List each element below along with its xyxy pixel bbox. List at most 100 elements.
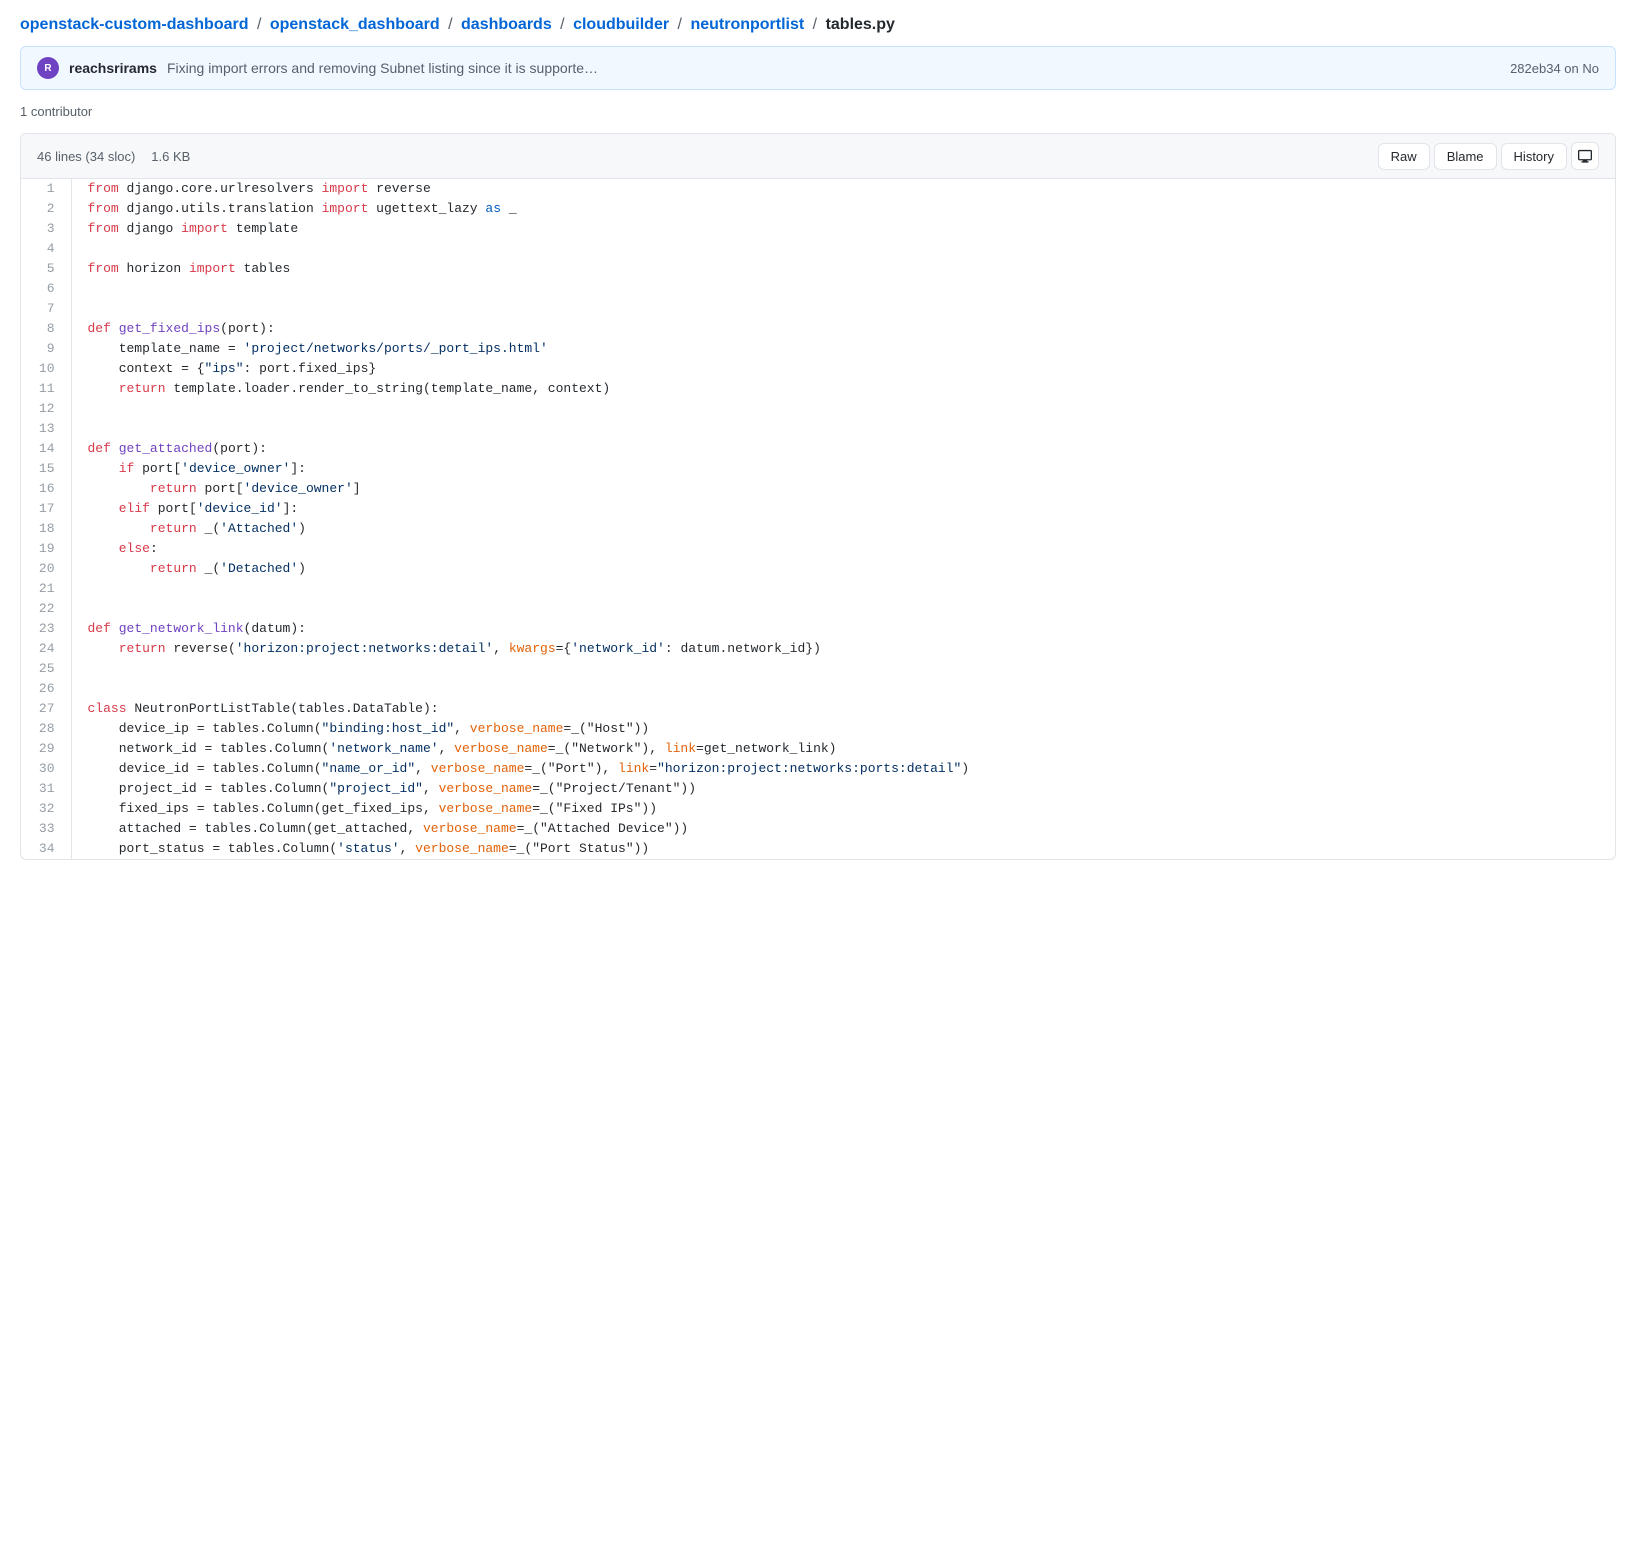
line-number: 8 [21, 319, 71, 339]
line-code [71, 239, 1615, 259]
file-lines: 46 lines (34 sloc) [37, 149, 135, 164]
line-code: return _('Detached') [71, 559, 1615, 579]
table-row: 7 [21, 299, 1615, 319]
blame-button[interactable]: Blame [1434, 143, 1497, 170]
table-row: 6 [21, 279, 1615, 299]
line-code: from horizon import tables [71, 259, 1615, 279]
commit-message: Fixing import errors and removing Subnet… [167, 60, 598, 76]
table-row: 19 else: [21, 539, 1615, 559]
line-number: 14 [21, 439, 71, 459]
line-number: 23 [21, 619, 71, 639]
line-number: 26 [21, 679, 71, 699]
line-code: return port['device_owner'] [71, 479, 1615, 499]
table-row: 21 [21, 579, 1615, 599]
table-row: 25 [21, 659, 1615, 679]
table-row: 26 [21, 679, 1615, 699]
table-row: 10 context = {"ips": port.fixed_ips} [21, 359, 1615, 379]
line-number: 33 [21, 819, 71, 839]
line-code: if port['device_owner']: [71, 459, 1615, 479]
line-code: elif port['device_id']: [71, 499, 1615, 519]
contributor-bar: 1 contributor [0, 98, 1636, 133]
line-number: 1 [21, 179, 71, 199]
line-number: 29 [21, 739, 71, 759]
line-number: 25 [21, 659, 71, 679]
line-number: 20 [21, 559, 71, 579]
line-code: from django.core.urlresolvers import rev… [71, 179, 1615, 199]
line-number: 12 [21, 399, 71, 419]
line-code: context = {"ips": port.fixed_ips} [71, 359, 1615, 379]
line-number: 7 [21, 299, 71, 319]
display-icon[interactable] [1571, 142, 1599, 170]
line-code: else: [71, 539, 1615, 559]
line-number: 32 [21, 799, 71, 819]
line-number: 31 [21, 779, 71, 799]
line-number: 24 [21, 639, 71, 659]
breadcrumb-filename: tables.py [826, 16, 895, 33]
line-number: 17 [21, 499, 71, 519]
breadcrumb-cloudbuilder[interactable]: cloudbuilder [573, 16, 669, 33]
line-code: attached = tables.Column(get_attached, v… [71, 819, 1615, 839]
breadcrumb-dashboards[interactable]: dashboards [461, 16, 552, 33]
table-row: 24 return reverse('horizon:project:netwo… [21, 639, 1615, 659]
table-row: 34 port_status = tables.Column('status',… [21, 839, 1615, 859]
line-number: 2 [21, 199, 71, 219]
line-code: return reverse('horizon:project:networks… [71, 639, 1615, 659]
line-number: 21 [21, 579, 71, 599]
commit-hash: 282eb34 on No [1510, 61, 1599, 76]
commit-author[interactable]: reachsrirams [69, 60, 157, 76]
line-code [71, 399, 1615, 419]
breadcrumb-sep-2: / [448, 16, 452, 33]
line-number: 19 [21, 539, 71, 559]
line-number: 18 [21, 519, 71, 539]
code-table: 1from django.core.urlresolvers import re… [21, 179, 1615, 859]
table-row: 13 [21, 419, 1615, 439]
line-code: def get_fixed_ips(port): [71, 319, 1615, 339]
raw-button[interactable]: Raw [1378, 143, 1430, 170]
breadcrumb-openstack-dashboard[interactable]: openstack_dashboard [270, 16, 440, 33]
line-number: 16 [21, 479, 71, 499]
line-code [71, 279, 1615, 299]
table-row: 27class NeutronPortListTable(tables.Data… [21, 699, 1615, 719]
table-row: 33 attached = tables.Column(get_attached… [21, 819, 1615, 839]
table-row: 16 return port['device_owner'] [21, 479, 1615, 499]
history-button[interactable]: History [1501, 143, 1567, 170]
line-code: return _('Attached') [71, 519, 1615, 539]
file-actions: Raw Blame History [1378, 142, 1599, 170]
breadcrumb-openstack-custom-dashboard[interactable]: openstack-custom-dashboard [20, 16, 248, 33]
table-row: 12 [21, 399, 1615, 419]
line-number: 3 [21, 219, 71, 239]
avatar: R [37, 57, 59, 79]
table-row: 4 [21, 239, 1615, 259]
file-viewer: 46 lines (34 sloc) 1.6 KB Raw Blame Hist… [20, 133, 1616, 860]
table-row: 31 project_id = tables.Column("project_i… [21, 779, 1615, 799]
table-row: 1from django.core.urlresolvers import re… [21, 179, 1615, 199]
line-code [71, 659, 1615, 679]
line-code: class NeutronPortListTable(tables.DataTa… [71, 699, 1615, 719]
table-row: 9 template_name = 'project/networks/port… [21, 339, 1615, 359]
line-code: port_status = tables.Column('status', ve… [71, 839, 1615, 859]
file-meta: 46 lines (34 sloc) 1.6 KB [37, 149, 190, 164]
contributor-count: 1 contributor [20, 104, 92, 119]
line-code: fixed_ips = tables.Column(get_fixed_ips,… [71, 799, 1615, 819]
table-row: 18 return _('Attached') [21, 519, 1615, 539]
table-row: 30 device_id = tables.Column("name_or_id… [21, 759, 1615, 779]
table-row: 23def get_network_link(datum): [21, 619, 1615, 639]
line-code: project_id = tables.Column("project_id",… [71, 779, 1615, 799]
line-code: return template.loader.render_to_string(… [71, 379, 1615, 399]
line-number: 30 [21, 759, 71, 779]
breadcrumb-sep-3: / [560, 16, 564, 33]
code-container: 1from django.core.urlresolvers import re… [21, 179, 1615, 859]
table-row: 17 elif port['device_id']: [21, 499, 1615, 519]
commit-bar-left: R reachsrirams Fixing import errors and … [37, 57, 598, 79]
line-code: from django import template [71, 219, 1615, 239]
table-row: 15 if port['device_owner']: [21, 459, 1615, 479]
table-row: 3from django import template [21, 219, 1615, 239]
table-row: 22 [21, 599, 1615, 619]
line-code [71, 579, 1615, 599]
line-code: def get_attached(port): [71, 439, 1615, 459]
line-code [71, 419, 1615, 439]
line-code: device_ip = tables.Column("binding:host_… [71, 719, 1615, 739]
line-number: 5 [21, 259, 71, 279]
line-code [71, 599, 1615, 619]
breadcrumb-neutronportlist[interactable]: neutronportlist [690, 16, 804, 33]
